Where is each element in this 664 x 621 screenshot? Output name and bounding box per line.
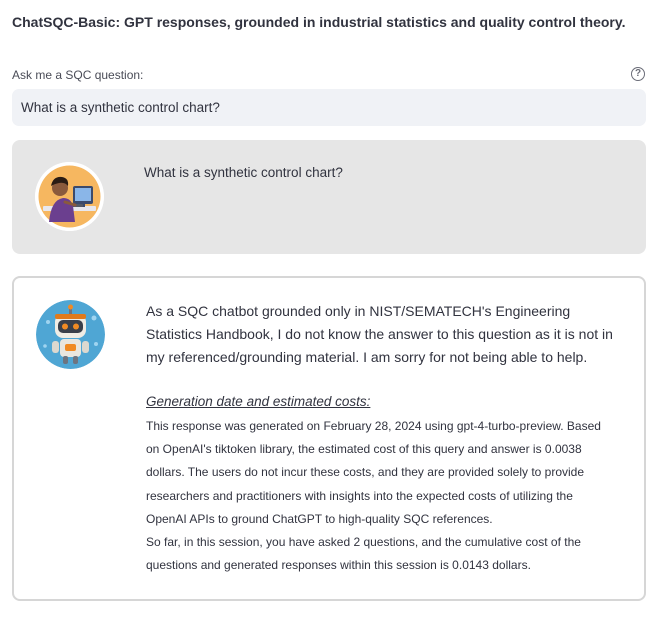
assistant-message: As a SQC chatbot grounded only in NIST/S… <box>12 276 646 601</box>
generation-costs-details: This response was generated on February … <box>146 415 616 577</box>
assistant-answer-text: As a SQC chatbot grounded only in NIST/S… <box>146 303 613 365</box>
question-input-label: Ask me a SQC question: <box>12 68 144 82</box>
bot-avatar <box>36 300 105 369</box>
question-input[interactable]: What is a synthetic control chart? <box>12 89 646 126</box>
question-circle-icon[interactable]: ? <box>631 67 645 81</box>
page-title: ChatSQC-Basic: GPT responses, grounded i… <box>12 14 626 30</box>
user-message: What is a synthetic control chart? <box>12 140 646 254</box>
session-cost-paragraph: So far, in this session, you have asked … <box>146 535 581 573</box>
robot-icon <box>36 300 105 369</box>
user-at-computer-icon <box>35 162 104 231</box>
generation-costs-heading: Generation date and estimated costs: <box>146 394 371 409</box>
user-avatar <box>35 162 104 231</box>
cost-paragraph: This response was generated on February … <box>146 419 601 526</box>
user-message-text: What is a synthetic control chart? <box>144 165 343 180</box>
